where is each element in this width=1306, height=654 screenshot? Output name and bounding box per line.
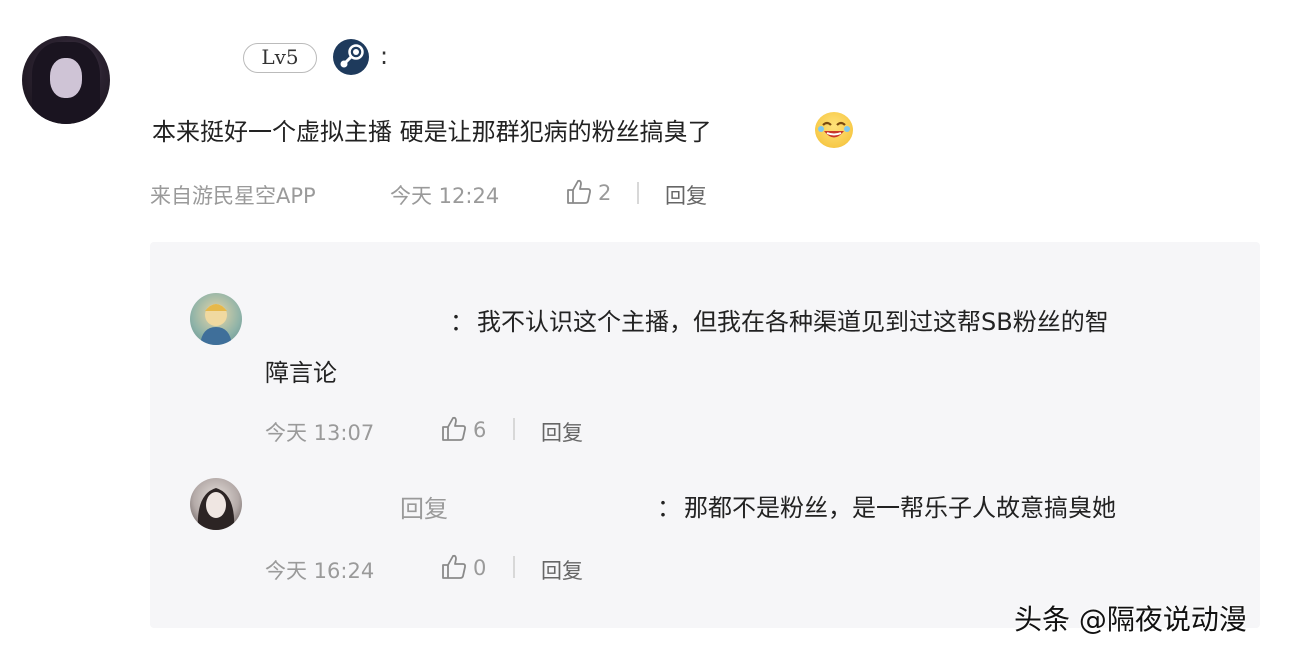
like-count: 0 — [473, 556, 487, 580]
comment-text: 本来挺好一个虚拟主播 硬是让那群犯病的粉丝搞臭了 — [152, 118, 712, 146]
comment-source: 来自游民星空APP — [150, 184, 316, 208]
divider — [637, 182, 639, 204]
thumb-up-icon[interactable] — [441, 553, 467, 581]
comment-time: 今天 12:24 — [390, 184, 500, 208]
reply-colon: ： — [657, 494, 681, 522]
reply-button[interactable]: 回复 — [541, 417, 583, 447]
avatar-face — [50, 58, 82, 98]
watermark: 头条 @隔夜说动漫 — [1014, 603, 1247, 636]
user-avatar[interactable] — [22, 36, 110, 124]
laughing-emoji-icon — [815, 112, 853, 148]
reply-colon: ： — [450, 308, 474, 336]
reply-to-label: 回复 — [400, 495, 448, 523]
author-colon: : — [380, 42, 389, 70]
reply-time: 今天 13:07 — [265, 421, 375, 445]
like-count: 6 — [473, 418, 487, 442]
user-level-badge: Lv5 — [243, 43, 317, 73]
divider — [513, 418, 515, 440]
divider — [513, 556, 515, 578]
reply-text-line1: 我不认识这个主播，但我在各种渠道见到过这帮SB粉丝的智 — [477, 308, 1109, 336]
steam-icon — [333, 39, 369, 75]
reply-button[interactable]: 回复 — [665, 180, 707, 210]
like-count: 2 — [598, 181, 612, 205]
reply-text-line2: 障言论 — [265, 359, 337, 387]
thumb-up-icon[interactable] — [566, 178, 592, 206]
reply-avatar[interactable] — [190, 293, 242, 345]
reply-button[interactable]: 回复 — [541, 555, 583, 585]
reply-time: 今天 16:24 — [265, 559, 375, 583]
reply-text: 那都不是粉丝，是一帮乐子人故意搞臭她 — [684, 494, 1116, 522]
thumb-up-icon[interactable] — [441, 415, 467, 443]
reply-avatar[interactable] — [190, 478, 242, 530]
